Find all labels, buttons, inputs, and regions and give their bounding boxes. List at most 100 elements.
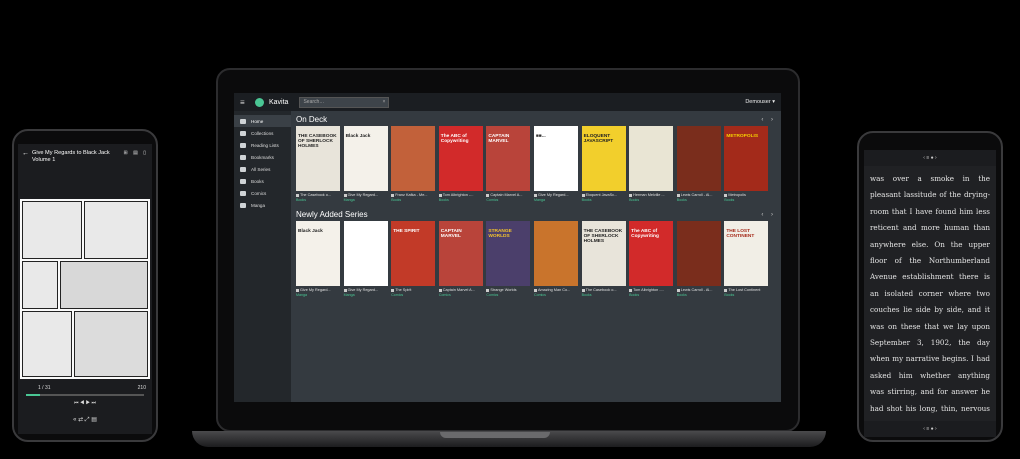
back-arrow-icon[interactable]: ←: [22, 150, 29, 190]
menu-icon[interactable]: ≡: [240, 98, 250, 107]
reader-header-icons[interactable]: ⊞ ▤ ▯: [124, 150, 148, 190]
card-title[interactable]: The Lost Continent: [724, 288, 768, 292]
cover-image[interactable]: [676, 221, 721, 286]
card-title[interactable]: Franz Kafka - Me...: [391, 193, 435, 197]
card-title[interactable]: Herman Melville ...: [629, 193, 673, 197]
series-card[interactable]: ■■... Give My Regard... Manga: [533, 126, 578, 202]
sidebar-item-manga[interactable]: Manga: [234, 199, 291, 211]
card-library[interactable]: Comics: [439, 293, 483, 297]
sidebar-item-reading-lists[interactable]: Reading Lists: [234, 139, 291, 151]
card-title[interactable]: Give My Regard...: [296, 288, 340, 292]
cover-image[interactable]: CAPTAIN MARVEL: [438, 221, 483, 286]
cover-image[interactable]: THE LOST CONTINENT: [724, 221, 769, 286]
card-library[interactable]: Books: [439, 198, 483, 202]
series-card[interactable]: Amazing Man Co... Comics: [533, 221, 578, 297]
cover-image[interactable]: THE CASEBOOK OF SHERLOCK HOLMES: [296, 126, 340, 191]
cover-image[interactable]: THE SPIRIT: [391, 221, 436, 286]
page-nav-buttons[interactable]: ⏮ ◀ ▶ ⏭: [18, 400, 152, 406]
sidebar-item-collections[interactable]: Collections: [234, 127, 291, 139]
book-reader-bottom-bar[interactable]: ‹ ≡ ● ›: [864, 421, 996, 437]
series-card[interactable]: THE LOST CONTINENT The Lost Continent Book…: [724, 221, 769, 297]
card-title[interactable]: Metropolis: [724, 193, 768, 197]
card-title[interactable]: Lewis Carroll - Al...: [676, 288, 721, 292]
series-card[interactable]: STRANGE WORLDS Strange Worlds Comics: [486, 221, 531, 297]
card-title[interactable]: The Spirit: [391, 288, 435, 292]
card-library[interactable]: Manga: [344, 293, 388, 297]
clear-search-icon[interactable]: ×: [383, 99, 386, 105]
cover-image[interactable]: [343, 221, 388, 286]
series-card[interactable]: Black Jack Give My Regard... Manga: [296, 221, 340, 297]
series-card[interactable]: Lewis Carroll - Al... Books: [676, 126, 721, 202]
card-title[interactable]: Eloquent JavaSc...: [581, 193, 626, 197]
card-library[interactable]: Books: [629, 293, 673, 297]
user-menu-dropdown[interactable]: Demouser ▾: [745, 99, 775, 105]
carousel-arrows[interactable]: ‹ ›: [761, 117, 776, 123]
card-library[interactable]: Books: [391, 198, 435, 202]
card-library[interactable]: Books: [724, 293, 768, 297]
series-card[interactable]: Franz Kafka - Me... Books: [391, 126, 436, 202]
cover-image[interactable]: [676, 126, 721, 191]
kavita-logo-icon[interactable]: [255, 97, 264, 107]
series-card[interactable]: Lewis Carroll - Al... Books: [676, 221, 721, 297]
series-card[interactable]: THE SPIRIT The Spirit Comics: [391, 221, 436, 297]
card-library[interactable]: Comics: [486, 198, 530, 202]
series-card[interactable]: THE CASEBOOK OF SHERLOCK HOLMES The Caseb…: [296, 126, 340, 202]
series-card[interactable]: METROPOLIS Metropolis Books: [724, 126, 769, 202]
card-library[interactable]: Manga: [296, 293, 340, 297]
card-title[interactable]: Amazing Man Co...: [533, 288, 578, 292]
card-title[interactable]: Give My Regard...: [533, 193, 578, 197]
cover-image[interactable]: Black Jack: [343, 126, 388, 191]
cover-image[interactable]: Black Jack: [296, 221, 340, 286]
card-library[interactable]: Books: [724, 198, 768, 202]
series-card[interactable]: CAPTAIN MARVEL Captain Marvel A... Comics: [486, 126, 531, 202]
card-library[interactable]: Comics: [534, 293, 578, 297]
on-deck-title[interactable]: On Deck: [296, 115, 327, 124]
series-card[interactable]: Give My Regard... Manga: [343, 221, 388, 297]
card-title[interactable]: Lewis Carroll - Al...: [676, 193, 721, 197]
card-library[interactable]: Manga: [344, 198, 388, 202]
manga-page-image[interactable]: [20, 199, 150, 379]
card-title[interactable]: The Casebook o...: [581, 288, 626, 292]
cover-image[interactable]: [533, 221, 578, 286]
card-title[interactable]: Give My Regard...: [343, 288, 388, 292]
card-library[interactable]: Manga: [534, 198, 578, 202]
app-name[interactable]: Kavita: [269, 99, 288, 106]
series-card[interactable]: Herman Melville ... Books: [629, 126, 674, 202]
cover-image[interactable]: THE CASEBOOK OF SHERLOCK HOLMES: [581, 221, 626, 286]
search-input[interactable]: Search… ×: [299, 96, 390, 108]
card-library[interactable]: Books: [582, 293, 626, 297]
reader-tool-buttons[interactable]: « ⇄ ⤢ ▤: [18, 416, 152, 424]
series-card[interactable]: CAPTAIN MARVEL Captain Marvel A... Comics: [438, 221, 483, 297]
cover-image[interactable]: The ABC of Copywriting: [629, 221, 674, 286]
page-slider[interactable]: [26, 394, 144, 396]
cover-image[interactable]: ■■...: [533, 126, 578, 191]
card-title[interactable]: Strange Worlds: [486, 288, 530, 292]
cover-image[interactable]: CAPTAIN MARVEL: [486, 126, 531, 191]
card-library[interactable]: Books: [629, 198, 673, 202]
card-library[interactable]: Comics: [391, 293, 435, 297]
sidebar-item-bookmarks[interactable]: Bookmarks: [234, 151, 291, 163]
sidebar-item-all-series[interactable]: All Series: [234, 163, 291, 175]
series-card[interactable]: The ABC of Copywriting Tom Albrighton -..…: [438, 126, 483, 202]
cover-image[interactable]: ELOQUENT JAVASCRIPT: [581, 126, 626, 191]
newly-added-title[interactable]: Newly Added Series: [296, 210, 368, 219]
card-title[interactable]: The Casebook o...: [296, 193, 340, 197]
series-card[interactable]: The ABC of Copywriting Tom Albrighton -..…: [629, 221, 674, 297]
card-title[interactable]: Give My Regard...: [343, 193, 388, 197]
cover-image[interactable]: STRANGE WORLDS: [486, 221, 531, 286]
sidebar-item-books[interactable]: Books: [234, 175, 291, 187]
series-card[interactable]: Black Jack Give My Regard... Manga: [343, 126, 388, 202]
card-title[interactable]: Tom Albrighton -...: [629, 288, 673, 292]
cover-image[interactable]: The ABC of Copywriting: [438, 126, 483, 191]
card-library[interactable]: Comics: [486, 293, 530, 297]
card-library[interactable]: Books: [677, 293, 721, 297]
series-card[interactable]: THE CASEBOOK OF SHERLOCK HOLMES The Caseb…: [581, 221, 626, 297]
card-title[interactable]: Captain Marvel A...: [438, 288, 483, 292]
cover-image[interactable]: [391, 126, 436, 191]
card-library[interactable]: Books: [296, 198, 340, 202]
cover-image[interactable]: [629, 126, 674, 191]
series-card[interactable]: ELOQUENT JAVASCRIPT Eloquent JavaSc... Boo…: [581, 126, 626, 202]
sidebar-item-home[interactable]: Home: [234, 115, 291, 127]
card-title[interactable]: Captain Marvel A...: [486, 193, 530, 197]
sidebar-item-comics[interactable]: Comics: [234, 187, 291, 199]
